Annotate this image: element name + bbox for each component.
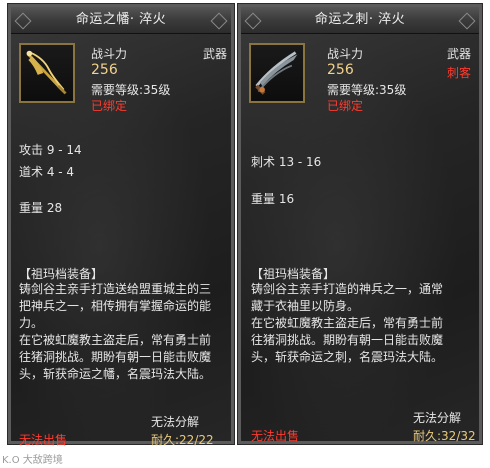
durability: 耐久:32/32 (413, 429, 476, 443)
description-line: 力。 (19, 316, 44, 330)
stat-stab: 刺术 13 - 16 (251, 155, 322, 169)
banner-weapon-icon[interactable] (19, 43, 75, 103)
item-type: 武器 (203, 47, 228, 61)
description-line: 把神兵之一，相传拥有掌握命运的能 (19, 299, 212, 313)
item-title: 命运之刺· 淬火 (314, 12, 406, 27)
item-tooltip-left: 命运之幡· 淬火 战斗力 武器 256 需要等级:35级 已绑定 攻击 9 - … (7, 3, 235, 447)
item-title: 命运之幡· 淬火 (75, 12, 167, 27)
item-title-bar: 命运之刺· 淬火 (241, 7, 479, 34)
title-ornament-icon (14, 12, 32, 30)
description-line: 藏于衣袖里以防身。 (251, 299, 360, 313)
combat-power-value: 256 (327, 62, 354, 78)
set-name: 【祖玛档装备】 (251, 267, 336, 281)
durability: 耐久:22/22 (151, 433, 214, 447)
bound-status: 已绑定 (91, 99, 128, 113)
title-ornament-icon (210, 12, 228, 30)
item-type: 武器 (447, 47, 472, 61)
item-tooltip-right: 命运之刺· 淬火 战斗力 武器 256 刺客 需要等级:35级 已绑定 刺术 1… (237, 3, 483, 445)
description-line: 在它被虹魔教主盗走后，常有勇士前 (251, 316, 444, 330)
bound-status: 已绑定 (327, 99, 364, 113)
stat-taoism: 道术 4 - 4 (19, 165, 75, 179)
no-sell: 无法出售 (251, 429, 300, 443)
no-sell: 无法出售 (19, 433, 68, 447)
description-line: 往猪洞挑战。期盼有朝一日能击败魔 (251, 333, 444, 347)
combat-power-label: 战斗力 (91, 47, 128, 61)
watermark-text: K.O 大敌跨境 (2, 455, 63, 466)
item-title-bar: 命运之幡· 淬火 (11, 7, 231, 34)
level-requirement: 需要等级:35级 (91, 83, 171, 97)
level-requirement: 需要等级:35级 (327, 83, 407, 97)
description-line: 往猪洞挑战。期盼有朝一日能击败魔 (19, 350, 212, 364)
set-name: 【祖玛档装备】 (19, 267, 104, 281)
item-description: 铸剑谷主亲手打造的神兵之一，通常 藏于衣袖里以防身。 在它被虹魔教主盗走后，常有… (251, 281, 479, 366)
class-requirement: 刺客 (447, 66, 472, 80)
no-dismantle: 无法分解 (413, 411, 462, 425)
title-ornament-icon (244, 12, 262, 30)
combat-power-label: 战斗力 (327, 47, 364, 61)
stat-attack: 攻击 9 - 14 (19, 143, 82, 157)
item-description: 铸剑谷主亲手打造送给盟重城主的三 把神兵之一，相传拥有掌握命运的能 力。 在它被… (19, 281, 231, 383)
item-weight: 重量 28 (19, 201, 63, 215)
no-dismantle: 无法分解 (151, 415, 200, 429)
item-weight: 重量 16 (251, 192, 295, 206)
title-ornament-icon (458, 12, 476, 30)
description-line: 头，斩获命运之刺，名震玛法大陆。 (251, 350, 444, 364)
description-line: 铸剑谷主亲手打造送给盟重城主的三 (19, 282, 212, 296)
dagger-weapon-icon[interactable] (249, 43, 305, 103)
description-line: 在它被虹魔教主盗走后，常有勇士前 (19, 333, 212, 347)
description-line: 铸剑谷主亲手打造的神兵之一，通常 (251, 282, 444, 296)
combat-power-value: 256 (91, 62, 118, 78)
description-line: 头，斩获命运之幡，名震玛法大陆。 (19, 367, 212, 381)
